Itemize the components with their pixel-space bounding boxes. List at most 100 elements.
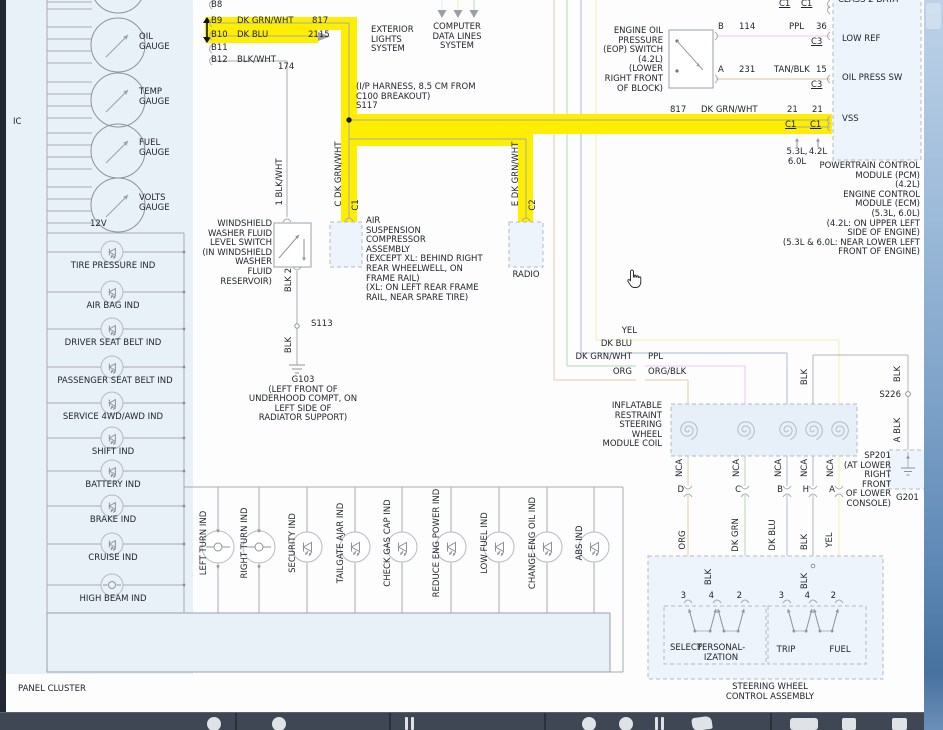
label-v-c2: C2 — [529, 199, 539, 210]
label-pn3b: 3 — [779, 592, 784, 602]
label-v-c-dkgrn: C DK GRN/WHT — [335, 141, 345, 206]
taskbar-divider — [770, 713, 772, 730]
label-v-ind-left: LEFT TURN IND — [200, 511, 210, 576]
pan-arrow-icon[interactable] — [691, 716, 713, 730]
label-v-blkwht: 1 BLK/WHT — [276, 158, 286, 205]
label-pin-a: A — [718, 66, 724, 76]
round-icon-2[interactable] — [272, 717, 286, 730]
zoom-out-icon[interactable] — [582, 717, 596, 730]
label-c817: 817 — [312, 17, 328, 27]
label-s117: (I/P HARNESS, 8.5 CM FROM C100 BREAKOUT)… — [356, 83, 476, 112]
label-v-ind-sec: SECURITY IND — [289, 513, 299, 573]
label-pn4b: 4 — [805, 592, 810, 602]
label-c3b: C3 — [811, 81, 822, 91]
label-b9: B9 — [211, 17, 222, 27]
label-pin-h: H — [803, 486, 809, 496]
label-b10-color: DK BLU — [237, 31, 268, 41]
label-p21a: 21 — [787, 106, 798, 116]
label-c3a: C3 — [811, 38, 822, 48]
label-ind-tire: TIRE PRESSURE IND — [71, 262, 155, 272]
mouse-cursor-icon — [627, 269, 644, 290]
label-gauge-temp: TEMP GAUGE — [139, 88, 170, 107]
pause-bars-icon[interactable] — [411, 717, 414, 730]
left-window-edge — [0, 0, 6, 712]
taskbar-divider — [389, 713, 391, 730]
app-window: IC OIL GAUGE TEMP GAUGE FUEL GAUGE VOLTS GAU… — [0, 0, 943, 730]
label-ic: IC — [13, 118, 21, 128]
label-ind-battery: BATTERY IND — [85, 481, 140, 491]
page-icon-2[interactable] — [892, 718, 907, 730]
label-v-ind-abs: ABS IND — [576, 525, 586, 560]
label-air-susp: AIR SUSPENSION COMPRESSOR ASSEMBLY (EXCE… — [366, 217, 483, 303]
label-c1a: C1 — [785, 121, 796, 131]
label-v-blk4a: BLK — [705, 569, 715, 585]
label-b9-color: DK GRN/WHT — [237, 17, 294, 27]
label-c1t2: C1 — [801, 0, 812, 10]
label-nca-b: NCA — [775, 459, 785, 477]
label-dkgrnwht-lbl: DK GRN/WHT — [701, 106, 758, 116]
label-org: ORG — [613, 368, 632, 378]
label-b10: B10 — [211, 31, 228, 41]
label-v-e-dkgrn: E DK GRN/WHT — [512, 142, 522, 207]
label-ext-lights: EXTERIOR LIGHTS SYSTEM — [371, 26, 414, 55]
label-b11: B11 — [211, 44, 228, 54]
label-v-blk2: BLK 2 — [285, 268, 295, 292]
label-c817b: 817 — [670, 106, 686, 116]
label-v-blk-s: BLK — [894, 366, 904, 382]
label-p15: 15 — [816, 66, 827, 76]
label-person: PERSONAL- IZATION — [697, 644, 745, 663]
scrollbar[interactable] — [924, 0, 943, 730]
label-pn2a: 2 — [737, 592, 742, 602]
label-sp201: SP201 (AT LOWER RIGHT FRONT OF LOWER CON… — [844, 452, 891, 510]
label-steering: STEERING WHEEL CONTROL ASSEMBLY — [726, 683, 814, 702]
round-icon-1[interactable] — [207, 717, 221, 730]
label-v-blk-c: BLK — [801, 369, 811, 385]
page-icon-1[interactable] — [842, 718, 856, 730]
label-v-ind-reduce: REDUCE ENG POWER IND — [433, 489, 443, 598]
label-vss: VSS — [842, 115, 859, 125]
label-nca-c: NCA — [733, 459, 743, 477]
label-v-blk: BLK — [285, 337, 295, 353]
label-coil: INFLATABLE RESTRAINT STEERING WHEEL MODU… — [603, 402, 662, 450]
label-pn2b: 2 — [831, 592, 836, 602]
label-ind-airbag: AIR BAG IND — [86, 302, 139, 312]
label-pn4a: 4 — [709, 592, 714, 602]
label-g201: G201 — [896, 494, 919, 504]
label-v-org2: ORG — [679, 530, 689, 549]
label-v-blk2b: BLK — [801, 534, 811, 550]
label-panel-cluster: PANEL CLUSTER — [18, 685, 86, 695]
label-c174: 174 — [278, 63, 294, 73]
label-dkblu: DK BLU — [601, 340, 632, 350]
label-ppl-lbl: PPL — [789, 23, 804, 33]
label-pin-c: C — [735, 486, 741, 496]
label-c231: 231 — [739, 66, 755, 76]
label-v-dkblu2: DK BLU — [769, 519, 779, 550]
label-gauge-fuel: FUEL GAUGE — [139, 139, 170, 158]
label-ind-brake: BRAKE IND — [90, 516, 136, 526]
label-tanblk: TAN/BLK — [774, 66, 810, 76]
label-p21b: 21 — [812, 106, 823, 116]
label-c1t1: C1 — [779, 0, 790, 10]
label-washer: WINDSHIELD WASHER FLUID LEVEL SWITCH (IN… — [202, 220, 272, 287]
label-gauge-volts: VOLTS GAUGE — [139, 194, 170, 213]
fit-bars-icon[interactable] — [655, 717, 658, 730]
label-v-ind-gas: CHECK GAS CAP IND — [384, 499, 394, 586]
label-v-a-blk: A BLK — [894, 418, 904, 443]
label-ind-service: SERVICE 4WD/AWD IND — [63, 413, 163, 423]
label-ind-passenger: PASSENGER SEAT BELT IND — [57, 377, 172, 387]
scrollbar-thumb[interactable] — [926, 3, 941, 29]
zoom-in-icon[interactable] — [619, 717, 633, 730]
pages-icon[interactable] — [790, 718, 818, 730]
label-pin-d: D — [677, 486, 684, 496]
pause-bars-icon[interactable] — [405, 717, 408, 730]
taskbar-divider — [235, 713, 237, 730]
label-b12: B12 — [211, 56, 228, 66]
label-g103: G103 (LEFT FRONT OF UNDERHOOD COMPT, ON … — [249, 376, 357, 424]
label-ind-highbeam: HIGH BEAM IND — [79, 595, 146, 605]
label-v12: 12V — [90, 220, 107, 230]
label-b12-color: BLK/WHT — [237, 56, 276, 66]
label-gauge-oil: OIL GAUGE — [139, 33, 170, 52]
fit-bars-icon[interactable] — [661, 717, 664, 730]
label-pin-b: B — [718, 23, 724, 33]
label-pcm: POWERTRAIN CONTROL MODULE (PCM) (4.2L) E… — [783, 162, 920, 258]
